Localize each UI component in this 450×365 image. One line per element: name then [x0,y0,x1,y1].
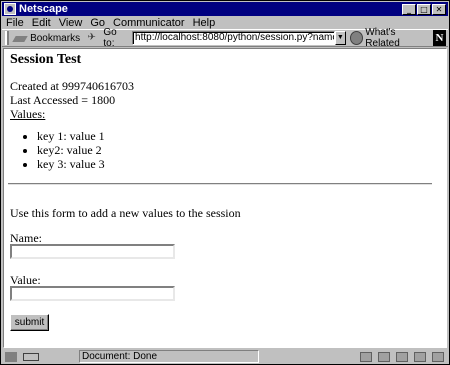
whats-related-icon[interactable] [350,31,364,45]
last-accessed-text: Last Accessed = 1800 [10,93,116,107]
bookmarks-button[interactable]: Bookmarks [30,33,80,44]
status-text: Document: Done [79,350,259,363]
newsgroups-icon[interactable] [396,351,408,362]
component-bar [360,351,444,362]
bookmarks-icon[interactable] [12,32,27,44]
page-title: Session Test [10,52,82,67]
list-item: key 3: value 3 [37,157,440,171]
location-toolbar: Bookmarks ✈ Go to: http://localhost:8080… [2,27,448,49]
mail-icon[interactable] [378,351,390,362]
menu-file[interactable]: File [6,17,24,29]
location-icon[interactable]: ✈ [86,32,97,44]
form-intro-text: Use this form to add a new values to the… [10,206,241,220]
menu-view[interactable]: View [59,17,83,29]
navigator-icon[interactable] [360,351,372,362]
url-dropdown-button[interactable]: ▼ [334,31,346,45]
whats-related-button[interactable]: What's Related [365,27,429,49]
values-list: key 1: value 1 key2: value 2 key 3: valu… [37,129,440,171]
composer-icon[interactable] [432,351,444,362]
url-input[interactable]: http://localhost:8080/python/session.py?… [132,31,335,45]
maximize-button[interactable]: □ [417,3,431,15]
submit-button[interactable]: submit [10,314,49,331]
page-content: Session Test Created at 999740616703 Las… [10,52,440,172]
values-label: Values: [10,107,46,121]
horizontal-rule [8,183,432,185]
value-field[interactable] [10,286,175,301]
title-bar: Netscape _ □ ✕ [2,2,448,16]
browser-window: Netscape _ □ ✕ File Edit View Go Communi… [0,0,450,365]
window-controls: _ □ ✕ [401,3,446,15]
menu-edit[interactable]: Edit [32,17,51,29]
name-field[interactable] [10,244,175,259]
created-text: Created at 999740616703 [10,79,134,93]
goto-label: Go to: [103,27,117,49]
page-viewport: Session Test Created at 999740616703 Las… [3,48,447,348]
netscape-logo-icon[interactable]: N [432,30,446,46]
security-lock-icon[interactable] [5,351,17,362]
connection-icon [23,352,39,361]
toolbar-grip[interactable] [5,31,9,45]
window-title: Netscape [19,3,68,15]
address-book-icon[interactable] [414,351,426,362]
minimize-button[interactable]: _ [402,3,416,15]
netscape-app-icon [4,3,16,15]
close-button[interactable]: ✕ [432,3,446,15]
status-bar: Document: Done [2,349,448,364]
menu-help[interactable]: Help [193,17,216,29]
list-item: key 1: value 1 [37,129,440,143]
list-item: key2: value 2 [37,143,440,157]
